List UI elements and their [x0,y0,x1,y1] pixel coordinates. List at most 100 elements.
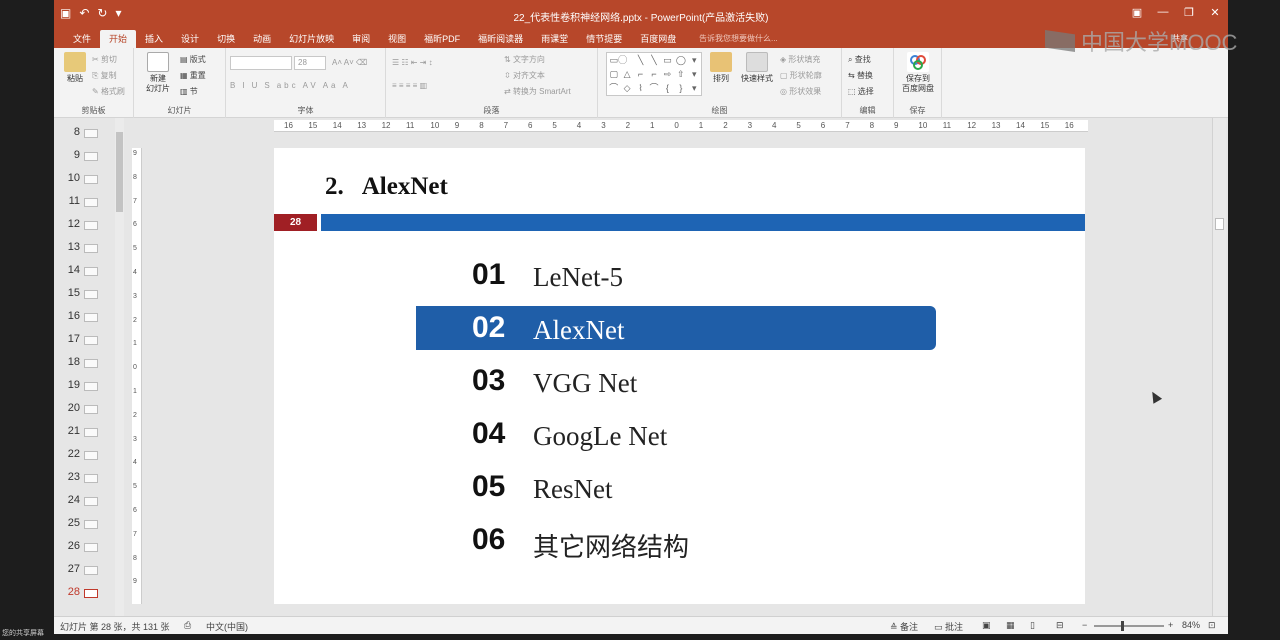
text-direction-button[interactable]: ⇅ 文字方向 [504,54,545,65]
tell-me-search[interactable]: 告诉我您想要做什么... [699,33,778,44]
font-style-1[interactable]: I [242,81,247,90]
slide-thumbnail[interactable]: 15 [54,284,126,307]
font-style-4[interactable]: abc [277,81,299,90]
agenda-item[interactable]: 05 ResNet [416,465,936,509]
agenda-item[interactable]: 06 其它网络结构 [416,518,936,563]
slide-thumbnail[interactable]: 16 [54,307,126,330]
section-button[interactable]: ▥ 节 [180,86,198,97]
agenda-item[interactable]: 02 AlexNet [416,306,936,350]
reading-view-icon[interactable]: ▯ [1030,620,1035,631]
canvas-scrollbar[interactable] [1212,118,1226,616]
language-indicator[interactable]: 中文(中国) [206,620,248,633]
normal-view-icon[interactable]: ▣ [982,620,991,631]
fit-to-window-icon[interactable]: ⊡ [1208,620,1216,631]
slide-thumbnail[interactable]: 27 [54,560,126,583]
reset-button[interactable]: ▦ 重置 [180,70,206,81]
comments-button[interactable]: ▭ 批注 [934,620,963,633]
quick-styles-button[interactable]: 快速样式 [738,52,776,84]
shape-effects-button[interactable]: ◎ 形状效果 [780,86,821,97]
tab-1[interactable]: 开始 [100,30,137,48]
ribbon-display-icon[interactable]: ▣ [1130,6,1144,19]
font-style-7[interactable]: A [342,81,350,90]
font-style-buttons[interactable]: B I U Sabc AV Aa A [230,80,355,91]
slide-thumbnail[interactable]: 25 [54,514,126,537]
format-painter-button[interactable]: ✎ 格式刷 [92,86,125,97]
zoom-slider[interactable] [1094,621,1164,631]
slide-thumbnail[interactable]: 18 [54,353,126,376]
save-to-baidu-button[interactable]: 保存到 百度网盘 [896,52,940,94]
font-style-3[interactable]: S [264,81,272,90]
font-style-5[interactable]: AV [303,81,319,90]
notes-button[interactable]: ≙ 备注 [890,620,918,633]
smartart-button[interactable]: ⇄ 转换为 SmartArt [504,86,571,97]
close-icon[interactable]: ✕ [1208,6,1222,19]
align-buttons[interactable]: ≡ ≡ ≡ ≡ ▥ [392,80,427,91]
zoom-out-icon[interactable]: − [1082,620,1087,630]
slide-thumbnail[interactable]: 11 [54,192,126,215]
font-style-6[interactable]: Aa [323,81,339,90]
agenda-item[interactable]: 01 LeNet-5 [416,253,936,297]
select-button[interactable]: ⬚ 选择 [848,86,874,97]
slide-thumbnail[interactable]: 8 [54,123,126,146]
tab-7[interactable]: 审阅 [343,30,379,48]
zoom-slider-knob[interactable] [1121,621,1125,631]
current-slide[interactable]: 2. AlexNet 28 01 LeNet-5 02 AlexNet 03 VGG Net… [274,148,1085,604]
shapes-gallery[interactable]: ▭⃝╲╲▭◯▾ ▢△⌐⌐⇨⇧▾ ⌒◇⌇⌒{}▾ [606,52,702,96]
font-name-input[interactable] [230,56,292,70]
tab-4[interactable]: 切换 [208,30,244,48]
slide-thumbnail[interactable]: 23 [54,468,126,491]
spellcheck-icon[interactable]: ⎙ [184,620,191,631]
agenda-item[interactable]: 03 VGG Net [416,359,936,403]
tab-2[interactable]: 插入 [136,30,172,48]
tab-11[interactable]: 雨课堂 [532,30,577,48]
tab-9[interactable]: 福昕PDF [415,30,469,48]
cut-button[interactable]: ✂ 剪切 [92,54,117,65]
slideshow-icon[interactable]: ⊟ [1056,620,1064,631]
vertical-ruler: 9 8 7 6 5 4 3 2 1 0 1 2 3 4 5 6 7 8 9 [132,148,142,604]
shape-fill-button[interactable]: ◈ 形状填充 [780,54,820,65]
tab-5[interactable]: 动画 [244,30,280,48]
tab-0[interactable]: 文件 [64,30,100,48]
slide-thumbnail[interactable]: 12 [54,215,126,238]
tab-13[interactable]: 百度网盘 [631,30,685,48]
minimize-icon[interactable]: — [1156,6,1170,19]
new-slide-button[interactable]: 新建 幻灯片 [140,52,176,94]
layout-button[interactable]: ▤ 版式 [180,54,206,65]
zoom-in-icon[interactable]: + [1168,620,1173,630]
slide-thumbnail[interactable]: 19 [54,376,126,399]
list-buttons[interactable]: ☰ ☷ ⇤ ⇥ ↕ [392,57,433,68]
zoom-level[interactable]: 84% [1182,620,1200,630]
tab-6[interactable]: 幻灯片放映 [280,30,343,48]
slide-thumbnail[interactable]: 10 [54,169,126,192]
tab-10[interactable]: 福昕阅读器 [469,30,532,48]
slide-thumbnail[interactable]: 26 [54,537,126,560]
find-button[interactable]: ⌕ 查找 [848,54,871,65]
arrange-button[interactable]: 排列 [708,52,734,84]
grow-font-button[interactable]: A˄ A˅ ⌫ [332,57,367,68]
copy-button[interactable]: ⎘ 复制 [92,70,117,81]
canvas-scroll-thumb[interactable] [1215,218,1224,230]
slide-thumbnail[interactable]: 13 [54,238,126,261]
replace-button[interactable]: ⇆ 替换 [848,70,873,81]
tab-8[interactable]: 视图 [379,30,415,48]
tab-3[interactable]: 设计 [172,30,208,48]
slide-thumbnail[interactable]: 22 [54,445,126,468]
paste-button[interactable]: 粘贴 [60,52,90,84]
slide-thumbnail[interactable]: 28 [54,583,126,606]
slide-thumbnail[interactable]: 17 [54,330,126,353]
restore-icon[interactable]: ❐ [1182,6,1196,19]
slide-sorter-icon[interactable]: ▦ [1006,620,1015,631]
font-style-0[interactable]: B [230,81,238,90]
slide-thumbnail[interactable]: 14 [54,261,126,284]
font-size-input[interactable]: 28 [294,56,326,70]
shape-outline-button[interactable]: ▢ 形状轮廓 [780,70,822,81]
align-text-button[interactable]: ⇳ 对齐文本 [504,70,545,81]
slide-thumbnail[interactable]: 24 [54,491,126,514]
font-style-2[interactable]: U [252,81,261,90]
agenda-item[interactable]: 04 GoogLe Net [416,412,936,456]
slide-thumbnail[interactable]: 9 [54,146,126,169]
slide-thumbnail[interactable]: 21 [54,422,126,445]
tab-12[interactable]: 情节提要 [577,30,631,48]
slide-thumbnail-preview [84,129,98,138]
slide-thumbnail[interactable]: 20 [54,399,126,422]
